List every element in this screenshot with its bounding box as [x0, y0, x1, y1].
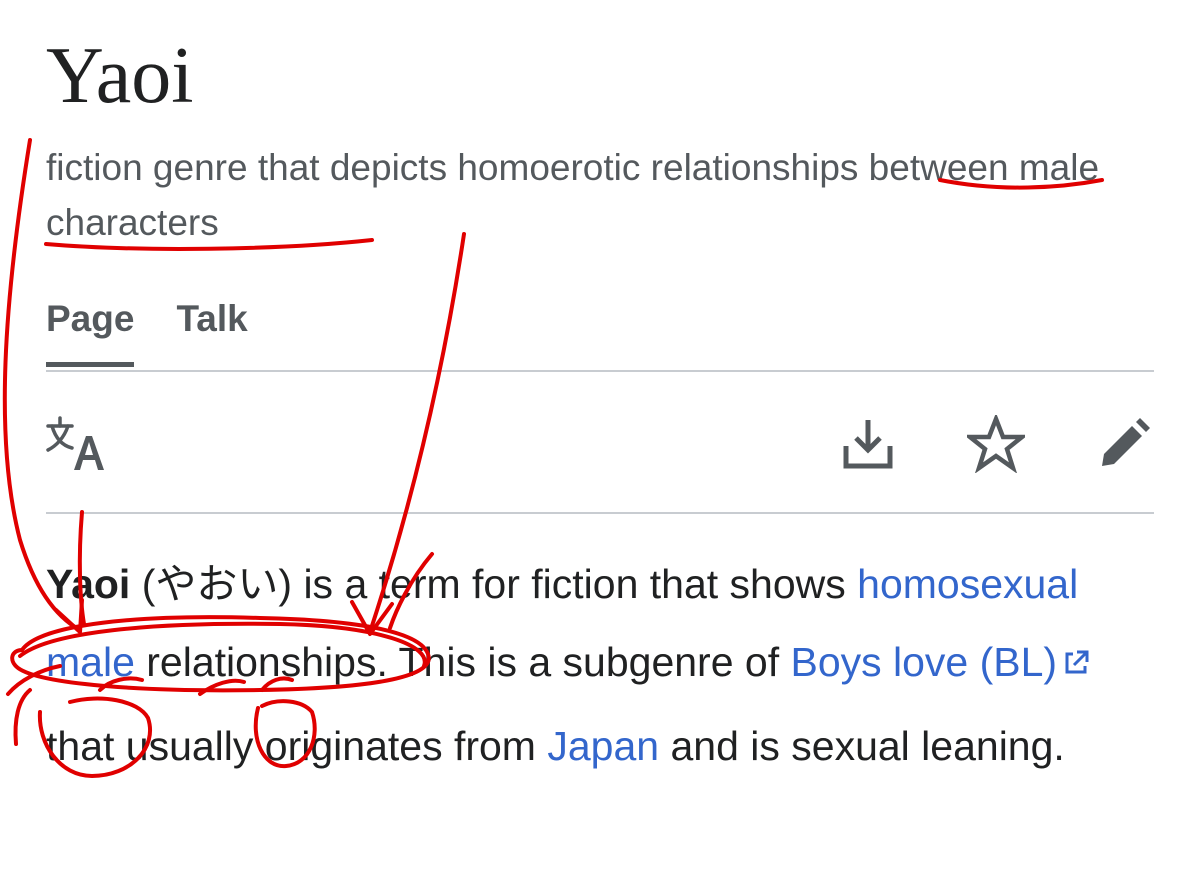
page-title: Yaoi — [46, 32, 194, 120]
translate-icon[interactable] — [40, 408, 112, 480]
japanese-term: (やおい) — [141, 561, 293, 607]
lead-text: that usually originates from — [46, 723, 548, 770]
lead-text: is a term for fiction that shows — [292, 561, 858, 607]
lead-text: and is sexual leaning. — [659, 723, 1065, 770]
lead-text: relationships. This is a subgenre of — [134, 639, 791, 685]
star-icon[interactable] — [960, 408, 1032, 480]
download-icon[interactable] — [832, 408, 904, 480]
tab-talk[interactable]: Talk — [176, 296, 289, 372]
pencil-icon[interactable] — [1088, 408, 1160, 480]
article-lead: Yaoi (やおい) is a term for fiction that sh… — [46, 545, 1166, 785]
tabs-divider — [46, 370, 1154, 372]
actions-divider — [46, 512, 1154, 514]
lead-term: Yaoi — [46, 561, 131, 607]
short-description: fiction genre that depicts homoerotic re… — [46, 147, 1100, 243]
tab-page[interactable]: Page — [46, 296, 135, 367]
boys-love-link[interactable]: Boys love (BL) — [790, 639, 1057, 685]
japan-link[interactable]: Japan — [547, 723, 659, 769]
page-tabs: Page Talk — [46, 296, 290, 372]
external-link-icon — [1063, 623, 1089, 701]
